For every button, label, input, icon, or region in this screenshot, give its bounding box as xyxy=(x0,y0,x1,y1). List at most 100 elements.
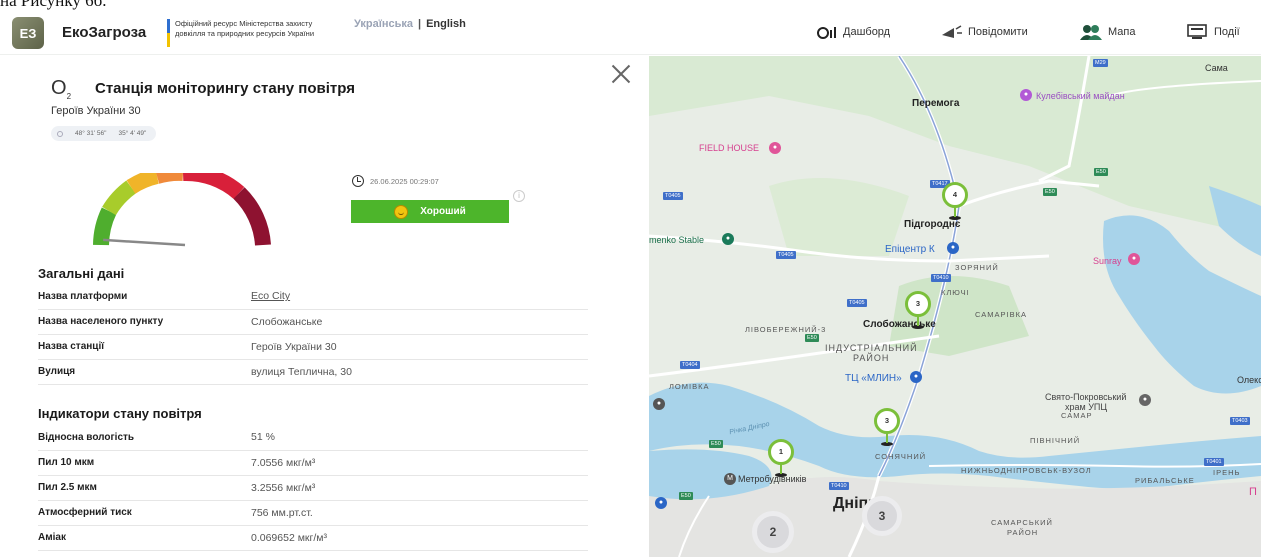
station-subtitle: Героїв України 30 xyxy=(51,105,141,117)
map-label: САМАР xyxy=(1061,411,1093,420)
map-label: ЛІВОБЕРЕЖНИЙ-3 xyxy=(745,325,827,334)
map-label: ЗОРЯНИЙ xyxy=(955,263,999,272)
marker-cluster[interactable]: 3 xyxy=(862,496,902,536)
latitude: 48° 31' 56" xyxy=(75,130,107,137)
status-label: Хороший xyxy=(420,206,466,217)
road-shield: T0405 xyxy=(776,251,796,259)
nav-map-label: Мапа xyxy=(1108,26,1136,38)
ministry-text: Офіційний ресурс Міністерства захисту до… xyxy=(175,19,315,38)
monitor-icon xyxy=(1186,24,1208,40)
road-shield: E50 xyxy=(679,492,693,500)
map-label: menko Stable xyxy=(649,235,705,245)
map-label: П xyxy=(1249,486,1257,498)
table-row: Вулиця вулиця Теплична, 30 xyxy=(38,359,588,385)
people-map-icon xyxy=(1080,24,1102,40)
dashboard-icon xyxy=(815,24,837,40)
table-row: Аміак 0.069652 мкг/м³ xyxy=(38,525,588,551)
map-label: САМАРІВКА xyxy=(975,310,1027,319)
map-label: Метробудівників xyxy=(738,474,807,484)
poi-icon[interactable]: ● xyxy=(722,233,734,245)
nav-events[interactable]: Події xyxy=(1186,24,1240,40)
road-shield: E50 xyxy=(1043,188,1057,196)
nav-events-label: Події xyxy=(1214,26,1240,38)
road-shield: E50 xyxy=(805,334,819,342)
poi-icon[interactable]: ● xyxy=(653,398,665,410)
poi-icon[interactable]: ● xyxy=(910,371,922,383)
station-title: Станція моніторингу стану повітря xyxy=(95,80,355,97)
station-details-panel: O2 Станція моніторингу стану повітря Гер… xyxy=(0,56,649,557)
nav-dashboard[interactable]: Дашборд xyxy=(815,24,890,40)
table-row: Відносна вологість 51 % xyxy=(38,425,588,451)
brand-name[interactable]: ЕкоЗагроза xyxy=(62,24,146,41)
nav-report[interactable]: Повідомити xyxy=(940,24,1028,40)
metro-icon[interactable]: M xyxy=(724,473,736,485)
station-marker[interactable]: 3 xyxy=(905,291,931,329)
general-data-table: Назва платформи Eco City Назва населеного… xyxy=(38,284,588,385)
indicators-title: Індикатори стану повітря xyxy=(38,406,202,421)
o2-icon: O2 xyxy=(51,77,72,101)
lang-separator: | xyxy=(418,18,422,30)
platform-link[interactable]: Eco City xyxy=(251,284,588,310)
road-shield: T0410 xyxy=(829,482,849,490)
poi-icon[interactable]: ● xyxy=(1128,253,1140,265)
map-label: Кулебівський майдан xyxy=(1036,91,1125,101)
shop-icon[interactable]: ● xyxy=(655,497,667,509)
map-label: Епіцентр К xyxy=(885,244,935,255)
poi-icon[interactable]: ● xyxy=(947,242,959,254)
map-label: ІНДУСТРІАЛЬНИЙ xyxy=(825,343,918,353)
info-icon[interactable]: i xyxy=(513,190,525,202)
table-row: Пил 2.5 мкм 3.2556 мкг/м³ xyxy=(38,475,588,501)
document-caption: на Рисунку 6б. xyxy=(0,0,107,10)
lang-ukrainian[interactable]: Українська xyxy=(354,18,413,30)
nav-report-label: Повідомити xyxy=(968,26,1028,38)
road-shield: E50 xyxy=(709,440,723,448)
station-marker[interactable]: 3 xyxy=(874,408,900,446)
air-quality-gauge xyxy=(89,164,279,253)
poi-icon[interactable]: ● xyxy=(1020,89,1032,101)
map-label: Слобожанське xyxy=(863,319,936,330)
clock-icon xyxy=(352,175,364,187)
marker-cluster[interactable]: 2 xyxy=(752,511,794,553)
timestamp: 26.06.2025 00:29:07 xyxy=(370,176,439,186)
air-quality-status-badge[interactable]: Хороший xyxy=(351,200,509,223)
table-row: Пил 10 мкм 7.0556 мкг/м³ xyxy=(38,450,588,476)
lang-english[interactable]: English xyxy=(426,18,466,30)
road-shield: E50 xyxy=(1094,168,1108,176)
table-row: Назва населеного пункту Слобожанське xyxy=(38,309,588,335)
megaphone-icon xyxy=(940,24,962,40)
ekozagroza-logo[interactable]: ЕЗ xyxy=(12,17,44,49)
table-row: Назва платформи Eco City xyxy=(38,284,588,310)
coordinates-badge: 48° 31' 56" 35° 4' 49" xyxy=(51,126,157,141)
road-shield: T0404 xyxy=(680,361,700,369)
gauge-needle xyxy=(103,238,186,247)
nav-dashboard-label: Дашборд xyxy=(843,26,891,38)
map-label: FIELD HOUSE xyxy=(699,143,760,153)
general-data-title: Загальні дані xyxy=(38,266,125,281)
indicators-table: Відносна вологість 51 % Пил 10 мкм 7.0556 … xyxy=(38,425,588,551)
map-label: Sunray xyxy=(1093,256,1122,266)
longitude: 35° 4' 49" xyxy=(118,130,147,137)
road-shield: T0405 xyxy=(847,299,867,307)
poi-icon[interactable]: ● xyxy=(1139,394,1151,406)
map-view[interactable]: M29 T0405 T0417 E50 E50 T0405 T0410 T040… xyxy=(649,56,1261,557)
nav-map[interactable]: Мапа xyxy=(1080,24,1135,40)
road-shield: M29 xyxy=(1093,59,1108,67)
smiley-icon xyxy=(394,204,409,219)
top-header: ЕЗ ЕкоЗагроза Офіційний ресурс Міністерс… xyxy=(0,10,1261,55)
road-shield: T0401 xyxy=(1204,458,1224,466)
map-label: Перемога xyxy=(912,98,960,109)
close-panel-button[interactable] xyxy=(609,62,633,86)
station-marker[interactable]: 4 xyxy=(942,182,968,220)
map-label: ПІВНІЧНИЙ xyxy=(1030,436,1081,445)
map-label: Свято-Покровський xyxy=(1045,392,1127,402)
measurement-time: 26.06.2025 00:29:07 xyxy=(352,175,439,187)
map-label: РАЙОН xyxy=(853,353,890,363)
map-label: Олекс xyxy=(1237,375,1261,385)
road-shield: T0405 xyxy=(663,192,683,200)
station-marker[interactable]: 1 xyxy=(768,439,794,477)
map-label: РИБАЛЬСЬКЕ xyxy=(1135,476,1195,485)
poi-icon[interactable]: ● xyxy=(769,142,781,154)
map-label: ІРЕНЬ xyxy=(1213,468,1241,477)
road-shield: T0403 xyxy=(1230,417,1250,425)
map-label: ЛОМІВКА xyxy=(669,382,710,391)
